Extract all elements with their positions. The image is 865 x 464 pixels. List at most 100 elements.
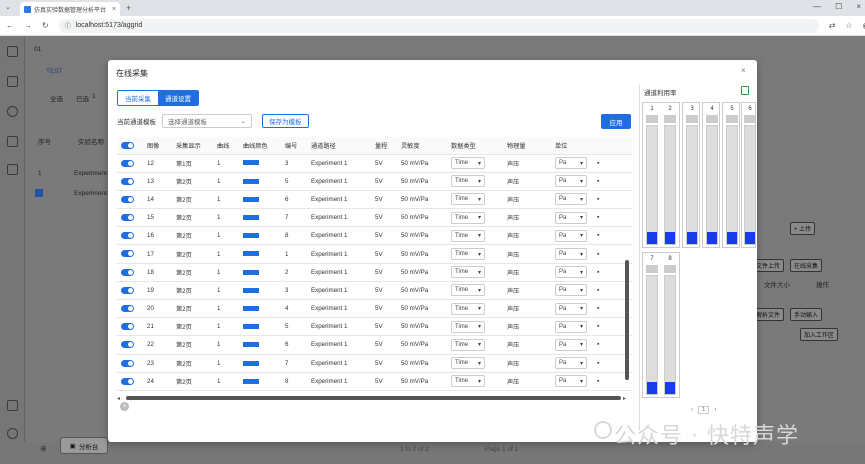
header-toggle[interactable] bbox=[117, 137, 143, 155]
data-type-select[interactable]: Time ▾ bbox=[451, 357, 485, 370]
table-row[interactable]: 24 第2页 1 8 Experiment 1 5V 50 mV/Pa Time ▾ 声压 Pa ▾ ▪ bbox=[117, 372, 632, 391]
dialog-close-icon[interactable]: × bbox=[741, 66, 746, 75]
address-bar[interactable]: ⓘ localhost:5173/aggrid bbox=[58, 18, 819, 33]
delete-row-icon[interactable]: ▪ bbox=[597, 305, 599, 312]
pager-next-icon[interactable]: › bbox=[714, 407, 716, 413]
tab-current-capture[interactable]: 当前采集 bbox=[118, 91, 158, 105]
nav-trend-icon[interactable] bbox=[7, 136, 18, 147]
data-type-select[interactable]: Time ▾ bbox=[451, 248, 485, 261]
add-row-icon[interactable]: + bbox=[120, 402, 129, 411]
curve-color-swatch[interactable] bbox=[243, 342, 259, 348]
table-row[interactable]: 15 第2页 1 7 Experiment 1 5V 50 mV/Pa Time ▾ 声压 Pa ▾ ▪ bbox=[117, 208, 632, 228]
curve-color-swatch[interactable] bbox=[243, 305, 259, 311]
data-type-select[interactable]: Time ▾ bbox=[451, 193, 485, 206]
unit-select[interactable]: Pa ▾ bbox=[555, 320, 587, 333]
curve-color-swatch[interactable] bbox=[243, 360, 259, 366]
delete-row-icon[interactable]: ▪ bbox=[597, 214, 599, 221]
tab-channel-settings[interactable]: 通道设置 bbox=[158, 91, 198, 105]
delete-row-icon[interactable]: ▪ bbox=[597, 196, 599, 203]
delete-row-icon[interactable]: ▪ bbox=[597, 232, 599, 239]
back-icon[interactable]: ← bbox=[6, 21, 14, 30]
delete-row-icon[interactable]: ▪ bbox=[597, 160, 599, 167]
row-enable-switch[interactable] bbox=[121, 195, 134, 203]
row-enable-switch[interactable] bbox=[121, 159, 134, 167]
data-type-select[interactable]: Time ▾ bbox=[451, 229, 485, 242]
data-type-select[interactable]: Time ▾ bbox=[451, 302, 485, 315]
table-row[interactable]: 18 第2页 1 2 Experiment 1 5V 50 mV/Pa Time ▾ 声压 Pa ▾ ▪ bbox=[117, 263, 632, 282]
unit-select[interactable]: Pa ▾ bbox=[555, 193, 587, 206]
bg-add-workspace-button[interactable]: 加入工作区 bbox=[800, 328, 839, 341]
bg-add-icon[interactable]: ⊕ bbox=[40, 444, 47, 453]
minimize-icon[interactable]: — bbox=[813, 2, 821, 11]
unit-select[interactable]: Pa ▾ bbox=[555, 248, 587, 261]
unit-select[interactable]: Pa ▾ bbox=[555, 302, 587, 315]
close-tab-icon[interactable]: × bbox=[112, 6, 116, 13]
close-window-icon[interactable]: × bbox=[856, 2, 861, 11]
table-horizontal-scrollbar[interactable] bbox=[126, 396, 621, 400]
unit-select[interactable]: Pa ▾ bbox=[555, 284, 587, 297]
curve-color-swatch[interactable] bbox=[243, 160, 259, 166]
unit-select[interactable]: Pa ▾ bbox=[555, 375, 587, 388]
curve-color-swatch[interactable] bbox=[243, 287, 259, 293]
translate-icon[interactable]: ⇄ bbox=[829, 21, 836, 30]
apply-button[interactable]: 应用 bbox=[601, 114, 631, 129]
data-type-select[interactable]: Time ▾ bbox=[451, 211, 485, 224]
data-type-select[interactable]: Time ▾ bbox=[451, 284, 485, 297]
table-row[interactable]: 12 第1页 1 3 Experiment 1 5V 50 mV/Pa Time ▾ 声压 Pa ▾ ▪ bbox=[117, 154, 632, 173]
delete-row-icon[interactable]: ▪ bbox=[597, 341, 599, 348]
curve-color-swatch[interactable] bbox=[243, 196, 259, 202]
table-vertical-scrollbar[interactable] bbox=[625, 260, 629, 380]
row-enable-switch[interactable] bbox=[121, 359, 134, 367]
row-enable-switch[interactable] bbox=[121, 177, 134, 185]
row-enable-switch[interactable] bbox=[121, 268, 134, 276]
table-row[interactable]: 23 第2页 1 7 Experiment 1 5V 50 mV/Pa Time ▾ 声压 Pa ▾ ▪ bbox=[117, 354, 632, 373]
unit-select[interactable]: Pa ▾ bbox=[555, 157, 587, 170]
nav-cloud-icon[interactable] bbox=[7, 428, 18, 439]
bg-upload-button[interactable]: + 上传 bbox=[790, 222, 816, 235]
unit-select[interactable]: Pa ▾ bbox=[555, 357, 587, 370]
data-type-select[interactable]: Time ▾ bbox=[451, 266, 485, 279]
nav-report-icon[interactable] bbox=[7, 400, 18, 411]
table-row[interactable]: 19 第2页 1 3 Experiment 1 5V 50 mV/Pa Time ▾ 声压 Pa ▾ ▪ bbox=[117, 281, 632, 301]
row-enable-switch[interactable] bbox=[121, 377, 134, 385]
curve-color-swatch[interactable] bbox=[243, 378, 259, 384]
browser-tab[interactable]: 仿真实验数据管理分析平台 × bbox=[20, 2, 120, 16]
table-row[interactable]: 13 第2页 1 5 Experiment 1 5V 50 mV/Pa Time ▾ 声压 Pa ▾ ▪ bbox=[117, 172, 632, 191]
data-type-select[interactable]: Time ▾ bbox=[451, 375, 485, 388]
nav-chart-icon[interactable] bbox=[7, 76, 18, 87]
maximize-icon[interactable]: ☐ bbox=[835, 2, 842, 11]
save-template-button[interactable]: 保存为模板 bbox=[262, 114, 309, 128]
delete-row-icon[interactable]: ▪ bbox=[597, 378, 599, 385]
row-enable-switch[interactable] bbox=[121, 341, 134, 349]
delete-row-icon[interactable]: ▪ bbox=[597, 178, 599, 185]
curve-color-swatch[interactable] bbox=[243, 233, 259, 239]
delete-row-icon[interactable]: ▪ bbox=[597, 287, 599, 294]
pager-prev-icon[interactable]: ‹ bbox=[691, 407, 693, 413]
reload-icon[interactable]: ↻ bbox=[42, 21, 49, 30]
data-type-select[interactable]: Time ▾ bbox=[451, 175, 485, 188]
table-row[interactable]: 21 第2页 1 5 Experiment 1 5V 50 mV/Pa Time ▾ 声压 Pa ▾ ▪ bbox=[117, 317, 632, 337]
unit-select[interactable]: Pa ▾ bbox=[555, 175, 587, 188]
row-enable-switch[interactable] bbox=[121, 214, 134, 222]
table-row[interactable]: 17 第2页 1 1 Experiment 1 5V 50 mV/Pa Time ▾ 声压 Pa ▾ ▪ bbox=[117, 244, 632, 264]
curve-color-swatch[interactable] bbox=[243, 324, 259, 330]
bg-row1-name[interactable]: Experiment bbox=[74, 170, 107, 177]
table-row[interactable]: 14 第2页 1 6 Experiment 1 5V 50 mV/Pa Time ▾ 声压 Pa ▾ ▪ bbox=[117, 190, 632, 210]
bg-online-capture-button[interactable]: 在线采集 bbox=[790, 259, 823, 272]
scroll-right-arrow-icon[interactable]: ▸ bbox=[623, 395, 626, 402]
nav-monitor-icon[interactable] bbox=[7, 106, 18, 117]
curve-color-swatch[interactable] bbox=[243, 251, 259, 257]
row-enable-switch[interactable] bbox=[121, 286, 134, 294]
analysis-button[interactable]: ▣ 分析台 bbox=[60, 437, 108, 454]
row-enable-switch[interactable] bbox=[121, 250, 134, 258]
nav-data-icon[interactable] bbox=[7, 46, 18, 57]
row-enable-switch[interactable] bbox=[121, 305, 134, 313]
data-type-select[interactable]: Time ▾ bbox=[451, 320, 485, 333]
toggle-all-switch[interactable] bbox=[121, 141, 134, 149]
table-row[interactable]: 20 第2页 1 4 Experiment 1 5V 50 mV/Pa Time ▾ 声压 Pa ▾ ▪ bbox=[117, 299, 632, 319]
scroll-left-arrow-icon[interactable]: ◂ bbox=[117, 395, 120, 402]
unit-select[interactable]: Pa ▾ bbox=[555, 338, 587, 351]
delete-row-icon[interactable]: ▪ bbox=[597, 251, 599, 258]
table-row[interactable]: 22 第2页 1 6 Experiment 1 5V 50 mV/Pa Time ▾ 声压 Pa ▾ ▪ bbox=[117, 335, 632, 355]
forward-icon[interactable]: → bbox=[24, 21, 32, 30]
